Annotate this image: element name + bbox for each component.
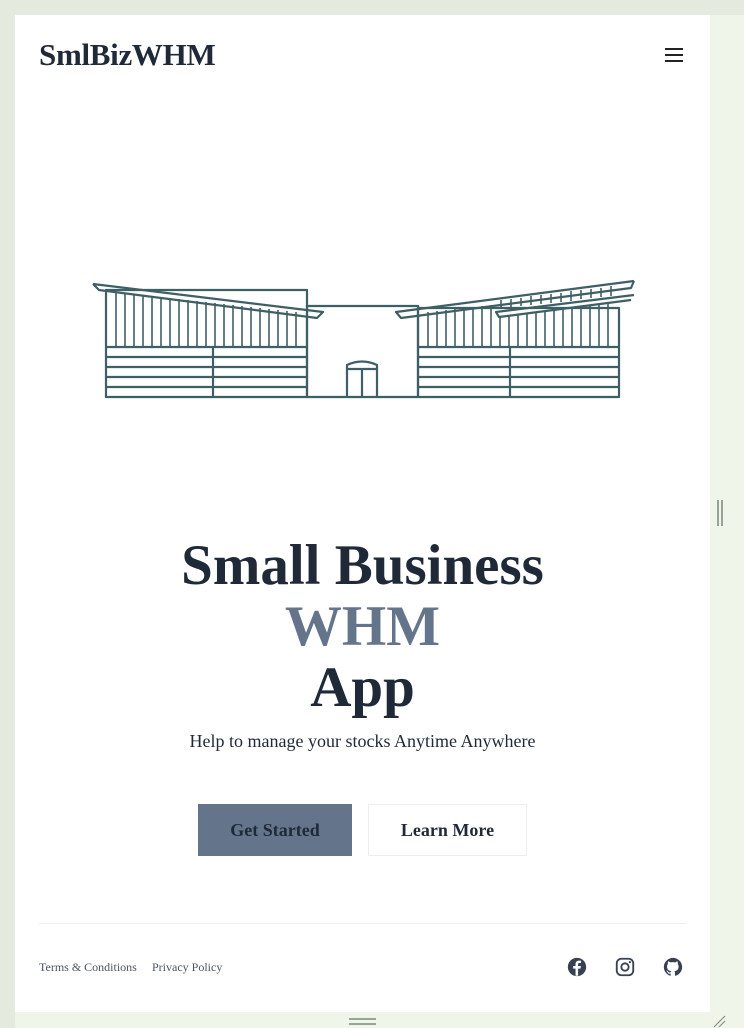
window-frame-bottom — [15, 1012, 744, 1028]
window-frame-right — [710, 15, 744, 1028]
corner-resize-grip-icon[interactable] — [712, 1014, 726, 1028]
brand-logo[interactable]: SmlBizWHM — [39, 37, 216, 73]
hero-title-line1: Small Business — [181, 534, 544, 597]
terms-link[interactable]: Terms & Conditions — [39, 960, 137, 975]
hero-title: Small Business WHM App — [15, 535, 710, 718]
menu-icon-bar — [665, 60, 683, 62]
instagram-icon[interactable] — [614, 956, 636, 978]
menu-icon-bar — [665, 48, 683, 50]
hero-title-accent: WHM — [284, 595, 441, 658]
privacy-policy-link[interactable]: Privacy Policy — [152, 960, 222, 975]
hamburger-menu-button[interactable] — [663, 48, 685, 66]
github-icon[interactable] — [662, 956, 684, 978]
page-container: SmlBizWHM Small Business WHM App Help to… — [15, 15, 710, 1012]
get-started-button[interactable]: Get Started — [198, 804, 352, 856]
learn-more-button[interactable]: Learn More — [368, 804, 527, 856]
hero-subtitle: Help to manage your stocks Anytime Anywh… — [189, 731, 536, 751]
menu-icon-bar — [665, 54, 683, 56]
hero-title-line3: App — [310, 656, 415, 719]
vertical-resize-handle[interactable] — [717, 500, 723, 526]
facebook-icon[interactable] — [566, 956, 588, 978]
footer-divider — [39, 923, 686, 924]
horizontal-resize-handle[interactable] — [349, 1018, 376, 1025]
warehouse-illustration — [92, 279, 636, 399]
